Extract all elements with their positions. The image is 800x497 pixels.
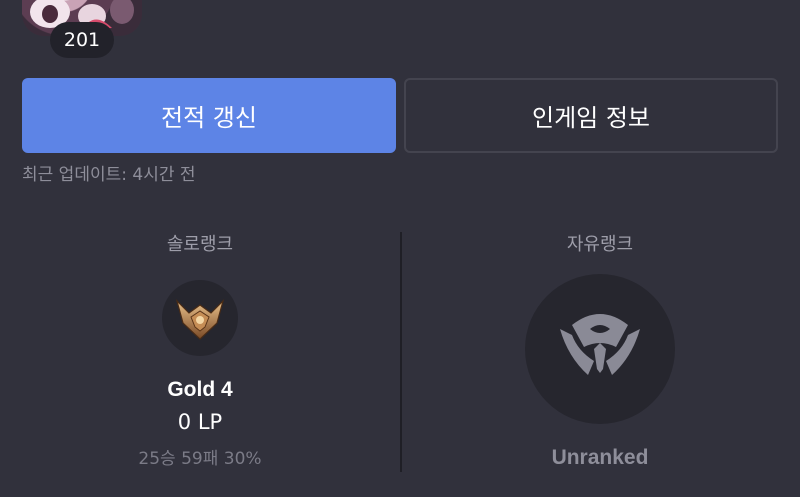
solo-rank-title: 솔로랭크 — [166, 234, 234, 255]
gold-emblem-icon — [175, 298, 225, 340]
level-badge: 201 — [50, 22, 114, 58]
refresh-record-button[interactable]: 전적 갱신 — [22, 78, 396, 153]
flex-emblem-container — [525, 274, 675, 424]
summoner-page: 201 전적 갱신 인게임 정보 최근 업데이트: 4시간 전 솔로랭크 Gol… — [0, 0, 800, 497]
solo-emblem-container — [162, 280, 238, 356]
flex-tier: Unranked — [551, 446, 649, 469]
solo-lp: 0 LP — [177, 410, 223, 434]
flex-rank-section: 자유랭크 Unranked — [400, 228, 800, 478]
solo-tier: Gold 4 — [167, 378, 233, 401]
flex-rank-title: 자유랭크 — [566, 234, 634, 255]
unranked-emblem-icon — [560, 314, 640, 375]
ingame-info-button[interactable]: 인게임 정보 — [404, 78, 778, 153]
solo-rank-section: 솔로랭크 Gold 4 0 LP 25승 59패 30% — [0, 228, 400, 478]
last-update-text: 최근 업데이트: 4시간 전 — [22, 165, 196, 185]
solo-record: 25승 59패 30% — [138, 449, 262, 469]
